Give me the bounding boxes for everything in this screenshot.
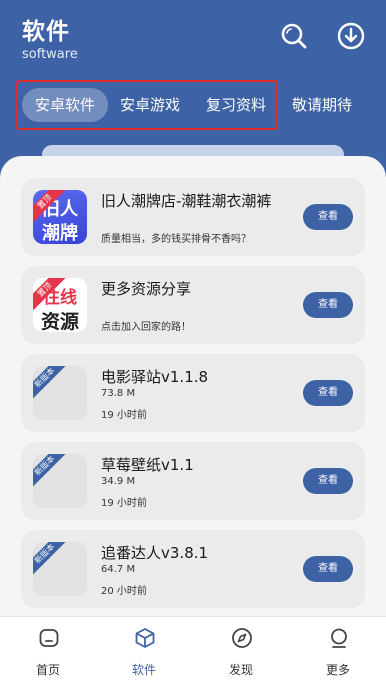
tab-review-materials[interactable]: 复习资料 — [198, 88, 274, 122]
download-icon[interactable] — [336, 21, 366, 51]
list-item[interactable]: 新版本 草莓壁纸v1.1 34.9 M 19 小时前 查看 — [21, 442, 365, 520]
app-description: 点击加入回家的路！ — [101, 322, 191, 333]
nav-discover[interactable]: 发现 — [193, 617, 289, 686]
view-button[interactable]: 查看 — [303, 204, 353, 230]
new-version-badge: 新版本 — [33, 366, 68, 401]
nav-label: 发现 — [228, 663, 253, 677]
compass-icon — [232, 628, 252, 648]
page-subtitle: software — [22, 47, 78, 62]
nav-label: 首页 — [35, 663, 60, 677]
app-name: 更多资源分享 — [101, 280, 192, 298]
nav-label: 软件 — [131, 663, 156, 677]
app-name: 追番达人v3.8.1 — [101, 544, 209, 562]
view-button[interactable]: 查看 — [303, 556, 353, 582]
view-button[interactable]: 查看 — [303, 380, 353, 406]
list-item[interactable]: 旧人 潮牌 置顶 旧人潮牌店-潮鞋潮衣潮裤 质量相当，多的钱买排骨不香吗？ 查看 — [21, 178, 365, 256]
logo-text: 潮牌 — [42, 223, 78, 244]
app-description: 质量相当，多的钱买排骨不香吗？ — [101, 234, 251, 245]
cube-icon — [135, 628, 155, 648]
app-thumbnail: 新版本 — [33, 454, 87, 508]
app-name: 草莓壁纸v1.1 — [101, 456, 194, 474]
app-thumbnail: 新版本 — [33, 542, 87, 596]
search-icon[interactable] — [279, 21, 309, 51]
app-updated-time: 19 小时前 — [101, 498, 147, 509]
view-button[interactable]: 查看 — [303, 468, 353, 494]
app-list: 旧人 潮牌 置顶 旧人潮牌店-潮鞋潮衣潮裤 质量相当，多的钱买排骨不香吗？ 查看… — [0, 156, 386, 616]
home-icon — [39, 629, 59, 647]
tab-coming-soon[interactable]: 敬请期待 — [284, 88, 360, 122]
new-version-badge: 新版本 — [33, 454, 68, 489]
new-version-badge: 新版本 — [33, 542, 68, 577]
app-updated-time: 20 小时前 — [101, 586, 147, 597]
more-icon — [331, 628, 347, 648]
list-item[interactable]: 新版本 电影驿站v1.1.8 73.8 M 19 小时前 查看 — [21, 354, 365, 432]
page-title: 软件 — [22, 19, 70, 45]
app-thumbnail: 新版本 — [33, 366, 87, 420]
tab-android-games[interactable]: 安卓游戏 — [112, 88, 188, 122]
app-name: 旧人潮牌店-潮鞋潮衣潮裤 — [101, 192, 272, 210]
nav-more[interactable]: 更多 — [290, 617, 386, 686]
nav-label: 更多 — [325, 663, 350, 677]
app-thumbnail: 往线 资源 置顶 — [33, 278, 87, 332]
app-name: 电影驿站v1.1.8 — [101, 368, 209, 386]
app-size: 73.8 M — [101, 388, 136, 399]
nav-home[interactable]: 首页 — [0, 617, 96, 686]
nav-software[interactable]: 软件 — [96, 617, 192, 686]
bottom-nav: 首页 软件 发现 更多 — [0, 616, 386, 686]
tab-android-software[interactable]: 安卓软件 — [22, 88, 108, 122]
app-updated-time: 19 小时前 — [101, 410, 147, 421]
list-item[interactable]: 新版本 追番达人v3.8.1 64.7 M 20 小时前 查看 — [21, 530, 365, 608]
view-button[interactable]: 查看 — [303, 292, 353, 318]
app-thumbnail: 旧人 潮牌 置顶 — [33, 190, 87, 244]
app-size: 64.7 M — [101, 564, 136, 575]
app-size: 34.9 M — [101, 476, 136, 487]
list-item[interactable]: 往线 资源 置顶 更多资源分享 点击加入回家的路！ 查看 — [21, 266, 365, 344]
logo-text: 资源 — [40, 311, 79, 332]
